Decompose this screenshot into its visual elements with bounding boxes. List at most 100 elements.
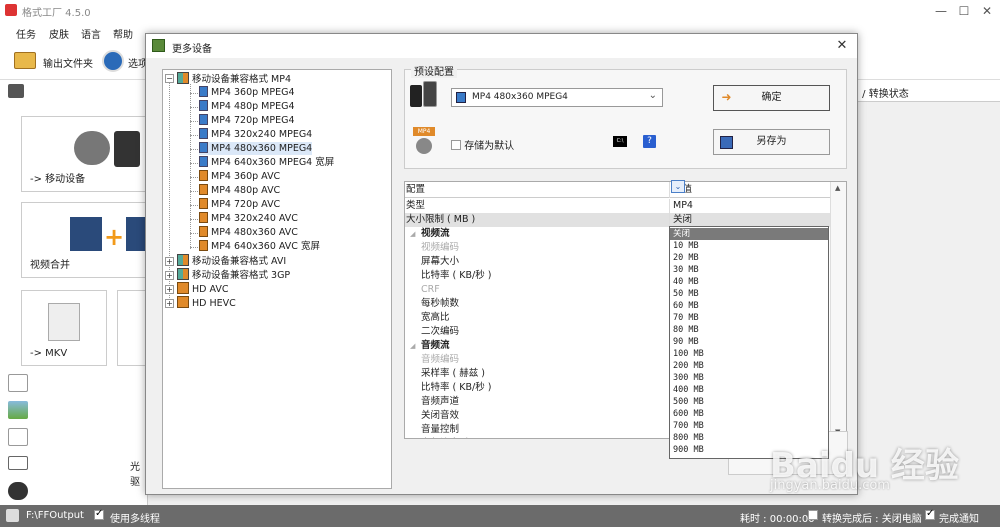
notify-checkbox[interactable] xyxy=(925,508,935,522)
mp4-file-icon: MP4 xyxy=(413,127,435,155)
shutdown-checkbox[interactable] xyxy=(808,510,818,522)
collapse-triangle-icon[interactable]: ◢ xyxy=(410,227,415,241)
picture-category-icon[interactable] xyxy=(8,401,28,419)
mkv-file-icon xyxy=(48,303,80,341)
multithread-label: 使用多线程 xyxy=(110,514,160,525)
tree-item[interactable]: MP4 360p AVC xyxy=(199,170,280,183)
ok-button[interactable]: ➜ 确定 xyxy=(713,85,830,111)
dropdown-option[interactable]: 20 MB xyxy=(670,252,828,264)
grid-row-key: 比特率 ( KB/秒 ) xyxy=(421,382,492,393)
tree-expand-toggle[interactable]: + xyxy=(165,285,174,294)
menu-language[interactable]: 语言 xyxy=(81,26,101,41)
dropdown-option[interactable]: 10 MB xyxy=(670,240,828,252)
dropdown-option[interactable]: 400 MB xyxy=(670,384,828,396)
dropdown-option[interactable]: 60 MB xyxy=(670,300,828,312)
dropdown-option[interactable]: 关闭 xyxy=(670,228,828,240)
preset-select[interactable]: MP4 480x360 MPEG4 ⌄ xyxy=(451,88,663,107)
tile-mkv[interactable]: -> MKV xyxy=(21,290,107,366)
multithread-checkbox[interactable] xyxy=(94,508,104,522)
maximize-button[interactable]: ☐ xyxy=(955,3,973,19)
command-line-icon[interactable]: C:\ xyxy=(613,136,627,147)
grid-row[interactable]: 类型 MP4 xyxy=(405,199,830,213)
video-category-icon[interactable] xyxy=(8,84,24,98)
tree-expand-toggle[interactable]: + xyxy=(165,257,174,266)
minimize-button[interactable]: — xyxy=(932,3,950,19)
grid-row-key: 比特率 ( KB/秒 ) xyxy=(421,270,492,281)
document-category-icon[interactable] xyxy=(8,428,28,446)
tree-item[interactable]: MP4 640x360 AVC 宽屏 xyxy=(199,240,320,253)
tree-item[interactable]: MP4 480x360 AVC xyxy=(199,226,298,239)
preset-label: 预设配置 xyxy=(411,63,457,78)
dropdown-option[interactable]: 700 MB xyxy=(670,420,828,432)
tree-group-avi[interactable]: 移动设备兼容格式 AVI xyxy=(177,254,286,267)
audio-category-icon[interactable] xyxy=(8,374,28,392)
close-button[interactable]: ✕ xyxy=(978,3,996,19)
tree-group-3gp[interactable]: 移动设备兼容格式 3GP xyxy=(177,268,290,281)
watermark-url: jingyan.baidu.com xyxy=(770,478,890,493)
tile-label: -> MKV xyxy=(30,348,68,359)
tree-group-mp4[interactable]: 移动设备兼容格式 MP4 xyxy=(177,72,291,85)
dialog-close-button[interactable]: ✕ xyxy=(834,38,850,54)
optical-drive-icon[interactable] xyxy=(8,456,28,470)
size-limit-dropdown-button[interactable]: ⌄ xyxy=(671,180,685,193)
tile-video-merge[interactable]: + 视频合并 xyxy=(21,202,151,278)
category-panel: -> 移动设备 + 视频合并 -> MKV 光驱 xyxy=(0,80,157,505)
grid-row-value[interactable]: 关闭 xyxy=(673,213,692,227)
tree-group-hd-hevc[interactable]: HD HEVC xyxy=(177,296,236,309)
tree-item[interactable]: MP4 480p MPEG4 xyxy=(199,100,295,113)
tree-item[interactable]: MP4 480x360 MPEG4 xyxy=(199,142,313,155)
grid-row-key: 关闭音效 xyxy=(421,410,460,421)
dropdown-option[interactable]: 200 MB xyxy=(670,360,828,372)
phone-icon xyxy=(114,131,140,167)
app-logo-icon xyxy=(5,4,17,16)
grid-row[interactable]: 大小限制 ( MB ) 关闭 xyxy=(405,213,830,227)
menu-skin[interactable]: 皮肤 xyxy=(49,26,69,41)
grid-row-key: 大小限制 ( MB ) xyxy=(406,214,476,225)
tree-item-label: MP4 720p MPEG4 xyxy=(211,115,295,126)
dropdown-option[interactable]: 500 MB xyxy=(670,396,828,408)
grid-row-key: 屏幕大小 xyxy=(421,256,460,267)
mpeg4-format-icon xyxy=(199,156,208,167)
help-icon[interactable]: ? xyxy=(643,135,656,148)
tile-mobile-device[interactable]: -> 移动设备 xyxy=(21,116,151,192)
dropdown-option[interactable]: 90 MB xyxy=(670,336,828,348)
dropdown-option[interactable]: 50 MB xyxy=(670,288,828,300)
menu-task[interactable]: 任务 xyxy=(16,26,36,41)
grid-header: 配置 数值 xyxy=(405,182,846,198)
mpeg4-format-icon xyxy=(199,86,208,97)
tree-item[interactable]: MP4 720p MPEG4 xyxy=(199,114,295,127)
tree-group-label: 移动设备兼容格式 MP4 xyxy=(192,74,291,85)
dropdown-option[interactable]: 80 MB xyxy=(670,324,828,336)
tree-item[interactable]: MP4 320x240 MPEG4 xyxy=(199,128,312,141)
size-limit-dropdown-list[interactable]: 关闭 10 MB 20 MB 30 MB 40 MB 50 MB 60 MB 70 MB 80 … xyxy=(669,226,829,459)
grid-row-key: CRF xyxy=(421,284,440,295)
tree-item[interactable]: MP4 480p AVC xyxy=(199,184,280,197)
grid-scrollbar[interactable]: ▲ ▼ xyxy=(830,182,846,438)
output-folder-button[interactable]: 输出文件夹 xyxy=(43,55,93,70)
elapsed-time: 耗时 : 00:00:00 xyxy=(740,514,815,525)
tree-group-hd-avc[interactable]: HD AVC xyxy=(177,282,229,295)
tree-item[interactable]: MP4 320x240 AVC xyxy=(199,212,298,225)
save-default-checkbox[interactable]: 存储为默认 xyxy=(451,137,514,152)
tree-expand-toggle[interactable]: + xyxy=(165,299,174,308)
save-as-button[interactable]: 另存为 xyxy=(713,129,830,155)
tools-category-icon[interactable] xyxy=(8,482,28,500)
dropdown-option[interactable]: 70 MB xyxy=(670,312,828,324)
dropdown-option[interactable]: 300 MB xyxy=(670,372,828,384)
dropdown-option[interactable]: 600 MB xyxy=(670,408,828,420)
tree-expand-toggle[interactable]: + xyxy=(165,271,174,280)
dropdown-option[interactable]: 30 MB xyxy=(670,264,828,276)
dropdown-option[interactable]: 100 MB xyxy=(670,348,828,360)
tree-item[interactable]: MP4 360p MPEG4 xyxy=(199,86,295,99)
collapse-triangle-icon[interactable]: ◢ xyxy=(410,339,415,353)
tree-collapse-toggle[interactable]: − xyxy=(165,74,174,83)
scroll-up-icon[interactable]: ▲ xyxy=(835,184,840,192)
avc-format-icon xyxy=(199,184,208,195)
folder-icon xyxy=(14,52,36,69)
tree-item[interactable]: MP4 640x360 MPEG4 宽屏 xyxy=(199,156,334,169)
hd-film-icon xyxy=(177,296,189,308)
dropdown-option[interactable]: 40 MB xyxy=(670,276,828,288)
menu-help[interactable]: 帮助 xyxy=(113,26,133,41)
tree-item[interactable]: MP4 720p AVC xyxy=(199,198,280,211)
device-tree[interactable]: − 移动设备兼容格式 MP4 MP4 360p MPEG4 MP4 480p MP… xyxy=(162,69,392,489)
